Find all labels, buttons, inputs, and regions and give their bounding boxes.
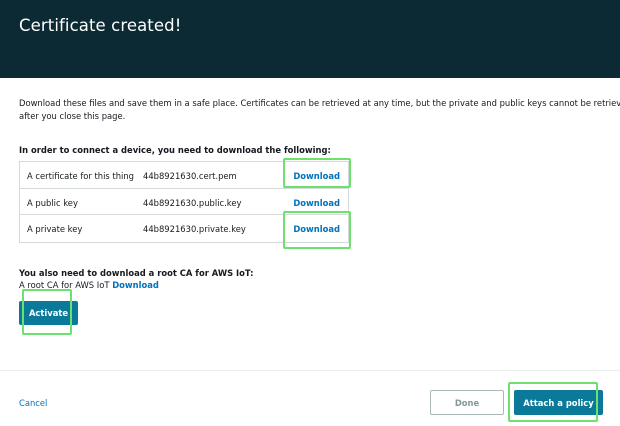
done-button[interactable]: Done	[430, 390, 504, 415]
row-label: A public key	[27, 197, 78, 208]
download-private-key-link[interactable]: Download	[293, 224, 340, 234]
page-header: Certificate created!	[0, 0, 620, 78]
download-certificate-link[interactable]: Download	[293, 171, 340, 181]
download-root-ca-link[interactable]: Download	[112, 280, 159, 290]
root-ca-heading: You also need to download a root CA for …	[19, 268, 254, 278]
row-filename: 44b8921630.private.key	[143, 224, 246, 234]
row-label: A certificate for this thing	[27, 171, 134, 181]
row-label: A private key	[27, 224, 83, 234]
root-ca-label: A root CA for AWS IoT	[19, 280, 110, 290]
download-public-key-link[interactable]: Download	[293, 198, 340, 208]
attach-policy-button[interactable]: Attach a policy	[514, 390, 603, 415]
root-ca-line: A root CA for AWS IoT Download	[19, 280, 159, 290]
intro-line-2: after you close this page.	[19, 111, 126, 121]
cancel-link[interactable]: Cancel	[19, 398, 47, 408]
intro-line-1: Download these files and save them in a …	[19, 98, 620, 108]
row-filename: 44b8921630.public.key	[143, 197, 242, 208]
activate-button[interactable]: Activate	[19, 301, 78, 325]
intro-text: Download these files and save them in a …	[19, 97, 620, 123]
download-files-table: A certificate for this thing 44b8921630.…	[19, 161, 349, 243]
footer-divider	[0, 370, 620, 371]
table-row-certificate: A certificate for this thing 44b8921630.…	[20, 162, 348, 189]
download-section-heading: In order to connect a device, you need t…	[19, 145, 331, 155]
row-filename: 44b8921630.cert.pem	[143, 171, 237, 181]
table-row-private-key: A private key 44b8921630.private.key Dow…	[20, 215, 348, 242]
page-title: Certificate created!	[19, 16, 182, 35]
table-row-public-key: A public key 44b8921630.public.key Downl…	[20, 189, 348, 215]
